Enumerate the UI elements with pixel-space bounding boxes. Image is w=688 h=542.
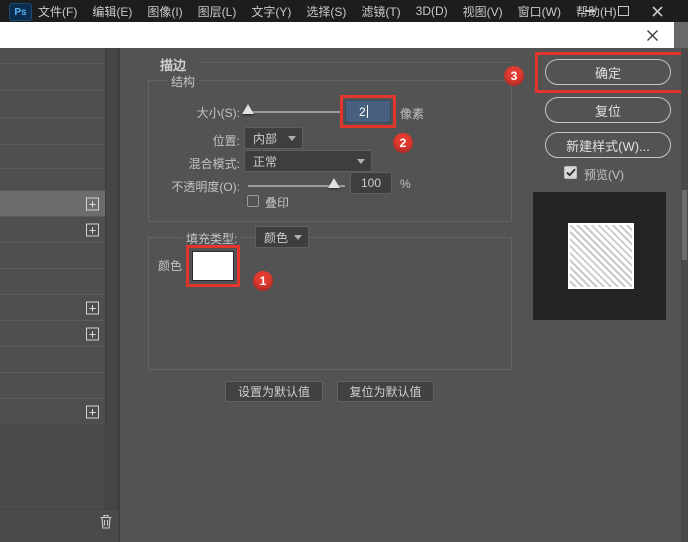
photoshop-logo-icon: Ps <box>9 3 32 21</box>
style-row[interactable] <box>0 144 105 168</box>
blend-mode-label: 混合模式: <box>150 155 240 172</box>
style-row[interactable] <box>0 117 105 144</box>
position-dropdown[interactable]: 内部 <box>244 127 303 149</box>
dialog-close-button[interactable] <box>645 28 660 43</box>
style-row[interactable] <box>0 48 105 63</box>
menu-item[interactable]: 滤镜(T) <box>361 3 400 20</box>
menu-item[interactable]: 窗口(W) <box>518 3 561 20</box>
new-style-button[interactable]: 新建样式(W)... <box>545 132 671 158</box>
check-icon <box>566 168 576 177</box>
menu-item[interactable]: 图层(L) <box>198 3 237 20</box>
add-effect-icon[interactable]: + <box>86 197 99 210</box>
styles-left-panel: + + + + + <box>0 48 118 542</box>
size-label: 大小(S): <box>150 104 240 121</box>
menu-item[interactable]: 选择(S) <box>306 3 346 20</box>
size-input[interactable]: 2 <box>345 100 391 123</box>
close-icon <box>646 29 659 42</box>
style-row[interactable]: + <box>0 216 105 242</box>
menu-item[interactable]: 3D(D) <box>416 4 448 18</box>
overprint-label: 叠印 <box>265 194 289 211</box>
preview-checkbox[interactable] <box>564 166 577 179</box>
text-caret <box>367 105 368 118</box>
position-value: 内部 <box>253 130 277 147</box>
photoshop-window: Ps 文件(F) 编辑(E) 图像(I) 图层(L) 文字(Y) 选择(S) 滤镜(T) 3D… <box>0 0 688 542</box>
size-slider-track[interactable] <box>246 111 341 113</box>
reset-button[interactable]: 复位 <box>545 97 671 123</box>
menu-items: 文件(F) 编辑(E) 图像(I) 图层(L) 文字(Y) 选择(S) 滤镜(T) 3D(D)… <box>38 0 617 22</box>
chevron-down-icon <box>288 136 296 141</box>
panel-separator <box>118 48 120 542</box>
stroke-preview-swatch <box>568 223 634 289</box>
blend-mode-value: 正常 <box>253 153 277 170</box>
add-effect-icon[interactable]: + <box>86 301 99 314</box>
ok-button[interactable]: 确定 <box>545 59 671 85</box>
dialog-titlebar <box>0 22 674 48</box>
style-row-selected[interactable]: + <box>0 190 105 216</box>
menu-item[interactable]: 文字(Y) <box>251 3 291 20</box>
reset-default-button[interactable]: 复位为默认值 <box>337 381 434 402</box>
size-unit-label: 像素 <box>400 105 424 122</box>
style-row[interactable] <box>0 268 105 294</box>
app-menubar: Ps 文件(F) 编辑(E) 图像(I) 图层(L) 文字(Y) 选择(S) 滤镜(T) 3D… <box>0 0 688 22</box>
close-icon <box>652 6 663 17</box>
blend-mode-dropdown[interactable]: 正常 <box>244 150 372 172</box>
menu-item[interactable]: 视图(V) <box>463 3 503 20</box>
delete-effect-button[interactable] <box>98 513 114 530</box>
titlebar-corner <box>674 22 688 48</box>
opacity-input[interactable]: 100 <box>350 172 392 194</box>
position-label: 位置: <box>150 132 240 149</box>
style-row[interactable] <box>0 168 105 190</box>
fill-type-dropdown[interactable]: 颜色 <box>255 226 309 248</box>
structure-legend: 结构 <box>167 73 199 90</box>
add-effect-icon[interactable]: + <box>86 405 99 418</box>
opacity-value: 100 <box>361 176 381 190</box>
style-row[interactable] <box>0 242 105 268</box>
style-row[interactable] <box>0 63 105 90</box>
style-row[interactable] <box>0 372 105 398</box>
close-window-button[interactable] <box>644 0 670 22</box>
size-slider-thumb[interactable] <box>242 104 254 114</box>
menu-item[interactable]: 文件(F) <box>38 3 77 20</box>
fill-type-label: 填充类型: <box>182 230 241 247</box>
opacity-unit-label: % <box>400 177 411 191</box>
set-default-button[interactable]: 设置为默认值 <box>225 381 323 402</box>
trash-icon <box>98 513 114 530</box>
color-label: 颜色 <box>158 257 182 274</box>
style-row[interactable] <box>0 346 105 372</box>
menu-item[interactable]: 图像(I) <box>147 3 182 20</box>
maximize-button[interactable] <box>610 0 636 22</box>
scrollbar-thumb[interactable] <box>682 190 687 260</box>
overprint-checkbox[interactable] <box>247 195 259 207</box>
styles-list: + + + + + <box>0 48 105 424</box>
style-row[interactable]: + <box>0 320 105 346</box>
minimize-button[interactable] <box>577 0 603 22</box>
opacity-label: 不透明度(O): <box>150 178 240 195</box>
preview-label: 预览(V) <box>584 166 624 183</box>
size-value: 2 <box>359 105 366 119</box>
add-effect-icon[interactable]: + <box>86 327 99 340</box>
stroke-color-swatch[interactable] <box>192 251 234 281</box>
panel-divider <box>0 509 118 510</box>
minimize-icon <box>585 10 595 12</box>
fill-type-value: 颜色 <box>264 229 288 246</box>
chevron-down-icon <box>294 235 302 240</box>
opacity-slider-thumb[interactable] <box>328 178 340 188</box>
dialog-scrollbar[interactable] <box>681 48 688 542</box>
chevron-down-icon <box>357 159 365 164</box>
page-title: 描边 <box>160 55 186 74</box>
maximize-icon <box>618 6 629 16</box>
title-rule <box>196 62 512 63</box>
menu-item[interactable]: 编辑(E) <box>92 3 132 20</box>
add-effect-icon[interactable]: + <box>86 223 99 236</box>
style-row[interactable]: + <box>0 294 105 320</box>
style-preview-thumbnail <box>533 192 666 320</box>
style-row[interactable]: + <box>0 398 105 424</box>
layer-style-dialog: +++++ 描边 结构 大小(S): 2 像素 2 位置: 内部 <box>0 48 688 542</box>
style-row[interactable] <box>0 90 105 117</box>
styles-scrollbar[interactable] <box>105 48 118 510</box>
